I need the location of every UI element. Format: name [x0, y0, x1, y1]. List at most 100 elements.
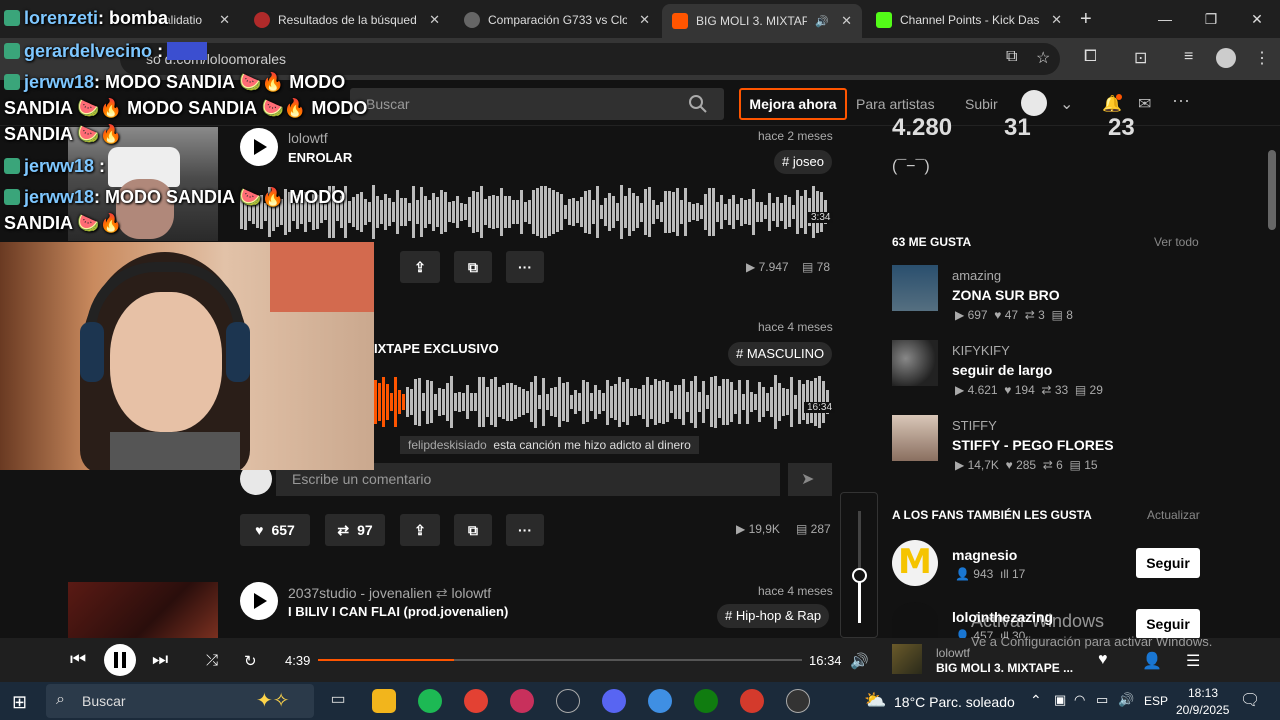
- language-indicator[interactable]: ESP: [1144, 694, 1168, 708]
- spotify-icon[interactable]: [418, 689, 442, 713]
- queue-icon[interactable]: ☰: [1186, 651, 1200, 671]
- follow-button[interactable]: Seguir: [1136, 548, 1200, 578]
- play-button[interactable]: [240, 582, 278, 620]
- view-all-link[interactable]: Ver todo: [1154, 235, 1199, 249]
- app-icon[interactable]: [740, 689, 764, 713]
- genre-tag[interactable]: # joseo: [774, 150, 832, 174]
- liked-track-user[interactable]: KIFYKIFY: [952, 343, 1010, 358]
- app-icon[interactable]: [786, 689, 810, 713]
- tab-comparacion[interactable]: Comparación G733 vs Cloud ✕: [454, 6, 660, 34]
- refresh-link[interactable]: Actualizar: [1147, 508, 1200, 522]
- profile-avatar[interactable]: [1216, 48, 1236, 68]
- wifi-icon[interactable]: ◠: [1074, 692, 1085, 708]
- pause-button[interactable]: [104, 644, 136, 676]
- install-icon[interactable]: ⧉: [1006, 48, 1017, 66]
- file-explorer-icon[interactable]: [372, 689, 396, 713]
- volume-tray-icon[interactable]: 🔊: [1118, 692, 1134, 708]
- volume-icon[interactable]: 🔊: [850, 652, 869, 670]
- task-view-icon[interactable]: ▭: [326, 689, 350, 713]
- close-icon[interactable]: ✕: [429, 12, 440, 28]
- waveform[interactable]: [374, 374, 832, 430]
- weather-text[interactable]: 18°C Parc. soleado: [894, 694, 1015, 710]
- liked-track-title[interactable]: seguir de largo: [952, 362, 1052, 378]
- tab-busqueda[interactable]: Resultados de la búsqueda p ✕: [244, 6, 450, 34]
- battery-icon[interactable]: ▭: [1096, 692, 1108, 708]
- upgrade-button[interactable]: Mejora ahora: [739, 88, 847, 120]
- genre-tag[interactable]: # MASCULINO: [728, 342, 833, 366]
- track-cover[interactable]: [68, 582, 218, 638]
- volume-knob[interactable]: [852, 567, 867, 583]
- now-playing-title[interactable]: BIG MOLI 3. MIXTAPE ...: [936, 661, 1073, 675]
- search-icon[interactable]: [688, 94, 708, 114]
- copy-link-button[interactable]: ⧉: [454, 251, 492, 283]
- liked-track-cover[interactable]: [892, 265, 938, 311]
- clock-time[interactable]: 18:13: [1188, 686, 1218, 700]
- media-control-icon[interactable]: ≡: [1184, 48, 1193, 66]
- more-button[interactable]: ···: [506, 514, 544, 546]
- now-playing-artist[interactable]: lolowtf: [936, 646, 970, 660]
- like-button[interactable]: ♥ 657: [240, 514, 310, 546]
- search-input[interactable]: Buscar: [350, 88, 724, 120]
- repost-button[interactable]: ⇄ 97: [325, 514, 385, 546]
- bookmark-star-icon[interactable]: ☆: [1036, 48, 1050, 68]
- track-title[interactable]: ENROLAR: [288, 150, 352, 165]
- discord-icon[interactable]: [602, 689, 626, 713]
- network-icon[interactable]: ▣: [1054, 692, 1066, 708]
- windows-start-icon[interactable]: ⊞: [12, 692, 27, 713]
- liked-track-user[interactable]: amazing: [952, 268, 1001, 283]
- messages-icon[interactable]: ✉: [1138, 94, 1158, 114]
- volume-track[interactable]: [852, 511, 867, 623]
- progress-track[interactable]: [318, 659, 802, 661]
- track-user[interactable]: 2037studio - jovenalien ⇄ lolowtf: [288, 585, 491, 602]
- tray-chevron-icon[interactable]: ⌃: [1030, 692, 1042, 709]
- liked-track-cover[interactable]: [892, 415, 938, 461]
- close-window-icon[interactable]: ✕: [1234, 0, 1280, 38]
- follow-user-icon[interactable]: 👤: [1142, 651, 1162, 671]
- speaker-icon[interactable]: 🔊: [815, 15, 829, 28]
- previous-icon[interactable]: ⏮: [70, 649, 86, 670]
- repeat-icon[interactable]: ↻: [244, 652, 257, 670]
- close-icon[interactable]: ✕: [1051, 12, 1062, 28]
- close-icon[interactable]: ✕: [639, 12, 650, 28]
- user-avatar[interactable]: [1021, 90, 1047, 116]
- screenshot-icon[interactable]: ⊡: [1134, 48, 1147, 68]
- liked-track-cover[interactable]: [892, 340, 938, 386]
- maximize-icon[interactable]: ❐: [1188, 0, 1234, 38]
- more-dots-icon[interactable]: ···: [1172, 90, 1192, 110]
- chrome-active-icon[interactable]: [648, 689, 672, 713]
- share-button[interactable]: ⇪: [400, 251, 440, 283]
- url-field[interactable]: so d.com/loloomorales: [120, 43, 1060, 75]
- genre-tag[interactable]: # Hip-hop & Rap: [717, 604, 830, 628]
- for-artists-link[interactable]: Para artistas: [856, 96, 935, 112]
- steam-icon[interactable]: [556, 689, 580, 713]
- tab-kick[interactable]: Channel Points - Kick Dashb ✕: [866, 6, 1072, 34]
- liked-track-user[interactable]: STIFFY: [952, 418, 997, 433]
- liked-track-title[interactable]: STIFFY - PEGO FLORES: [952, 437, 1114, 453]
- extensions-icon[interactable]: ⧠: [1084, 48, 1097, 66]
- minimize-icon[interactable]: —: [1142, 0, 1188, 38]
- liked-track-title[interactable]: ZONA SUR BRO: [952, 287, 1060, 303]
- share-button[interactable]: ⇪: [400, 514, 440, 546]
- upload-link[interactable]: Subir: [965, 96, 998, 112]
- close-icon[interactable]: ✕: [841, 13, 852, 29]
- now-playing-cover[interactable]: [892, 644, 922, 674]
- track-title[interactable]: IXTAPE EXCLUSIVO: [374, 341, 499, 356]
- shuffle-icon[interactable]: ⤮: [206, 652, 218, 669]
- clock-date[interactable]: 20/9/2025: [1176, 703, 1229, 717]
- new-tab-icon[interactable]: +: [1080, 8, 1092, 31]
- artist-name[interactable]: magnesio: [952, 547, 1017, 563]
- copy-link-button[interactable]: ⧉: [454, 514, 492, 546]
- tab-soundcloud[interactable]: BIG MOLI 3. MIXTAPE EX 🔊 ✕: [662, 4, 862, 38]
- chrome-icon[interactable]: [464, 689, 488, 713]
- send-comment-button[interactable]: ➤: [788, 463, 832, 496]
- next-icon[interactable]: ⏭: [152, 649, 168, 670]
- close-icon[interactable]: ✕: [219, 12, 230, 28]
- xbox-icon[interactable]: [694, 689, 718, 713]
- track-user[interactable]: lolowtf: [288, 130, 328, 146]
- menu-dots-icon[interactable]: ⋮: [1254, 48, 1270, 68]
- track-title[interactable]: I BILIV I CAN FLAI (prod.jovenalien): [288, 604, 508, 619]
- page-scrollbar[interactable]: [1268, 150, 1276, 230]
- heart-icon[interactable]: ♥: [1098, 651, 1108, 669]
- artist-avatar[interactable]: M: [892, 540, 938, 586]
- opera-icon[interactable]: [510, 689, 534, 713]
